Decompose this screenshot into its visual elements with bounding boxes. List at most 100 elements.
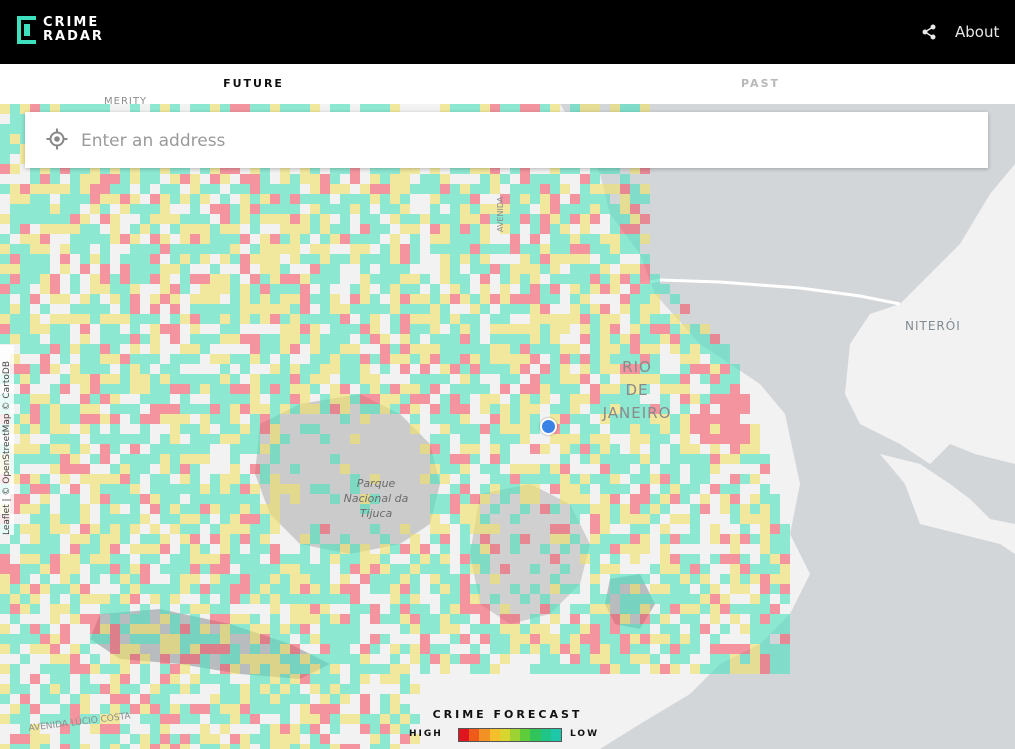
heat-cell — [120, 284, 130, 294]
heat-cell — [420, 304, 430, 314]
crime-heatmap-map[interactable] — [0, 104, 1015, 749]
heat-cell — [390, 234, 400, 244]
about-link[interactable]: About — [955, 23, 999, 41]
heat-cell — [320, 394, 330, 404]
heat-cell — [20, 184, 30, 194]
heat-cell — [270, 644, 280, 654]
heat-cell — [410, 294, 420, 304]
heat-cell — [320, 214, 330, 224]
heat-cell — [120, 234, 130, 244]
heat-cell — [0, 604, 10, 614]
heat-cell — [340, 224, 350, 234]
heat-cell — [490, 624, 500, 634]
heat-cell — [20, 344, 30, 354]
user-location-marker[interactable] — [540, 418, 557, 435]
heat-cell — [190, 634, 200, 644]
heat-cell — [650, 594, 660, 604]
heat-cell — [120, 744, 130, 749]
heat-cell — [350, 204, 360, 214]
heat-cell — [670, 444, 680, 454]
heat-cell — [10, 164, 20, 174]
heat-cell — [520, 354, 530, 364]
heat-cell — [760, 594, 770, 604]
heat-cell — [470, 554, 480, 564]
heat-cell — [590, 344, 600, 354]
heat-cell — [560, 314, 570, 324]
heat-cell — [660, 524, 670, 534]
heat-cell — [250, 354, 260, 364]
crime-radar-logo[interactable]: CRIME RADAR — [17, 16, 113, 46]
heat-cell — [260, 174, 270, 184]
heat-cell — [260, 674, 270, 684]
heat-cell — [90, 364, 100, 374]
heat-cell — [240, 714, 250, 724]
heat-cell — [640, 494, 650, 504]
map-canvas[interactable] — [0, 104, 1015, 749]
heat-cell — [340, 654, 350, 664]
heat-cell — [610, 234, 620, 244]
heat-cell — [320, 284, 330, 294]
heat-cell — [280, 724, 290, 734]
heat-cell — [60, 384, 70, 394]
heat-cell — [80, 304, 90, 314]
heat-cell — [490, 334, 500, 344]
heat-cell — [450, 364, 460, 374]
heat-cell — [710, 644, 720, 654]
heat-cell — [120, 534, 130, 544]
heat-cell — [590, 474, 600, 484]
heat-cell — [420, 294, 430, 304]
heat-cell — [660, 474, 670, 484]
heat-cell — [280, 594, 290, 604]
heat-cell — [70, 454, 80, 464]
heat-cell — [280, 624, 290, 634]
heat-cell — [610, 284, 620, 294]
heat-cell — [400, 574, 410, 584]
heat-cell — [100, 484, 110, 494]
share-icon[interactable] — [921, 24, 937, 40]
heat-cell — [130, 334, 140, 344]
heat-cell — [230, 654, 240, 664]
heat-cell — [580, 394, 590, 404]
heat-cell — [390, 384, 400, 394]
heat-cell — [560, 234, 570, 244]
locate-crosshair-icon[interactable] — [46, 128, 68, 150]
heat-cell — [20, 334, 30, 344]
heat-cell — [600, 664, 610, 674]
heat-cell — [340, 574, 350, 584]
heat-cell — [70, 414, 80, 424]
heat-cell — [460, 274, 470, 284]
attribution-text[interactable]: Leaflet | © OpenStreetMap © CartoDB — [1, 345, 13, 535]
heat-cell — [460, 484, 470, 494]
heat-cell — [450, 504, 460, 514]
heat-cell — [600, 644, 610, 654]
heat-cell — [560, 354, 570, 364]
heat-cell — [580, 354, 590, 364]
heat-cell — [290, 484, 300, 494]
heat-cell — [710, 454, 720, 464]
heat-cell — [590, 264, 600, 274]
heat-cell — [400, 254, 410, 264]
heat-cell — [740, 624, 750, 634]
heat-cell — [750, 664, 760, 674]
heat-cell — [530, 214, 540, 224]
heat-cell — [620, 174, 630, 184]
heat-cell — [660, 424, 670, 434]
heat-cell — [550, 294, 560, 304]
heat-cell — [50, 444, 60, 454]
heat-cell — [30, 624, 40, 634]
heat-cell — [560, 254, 570, 264]
heat-cell — [600, 284, 610, 294]
heat-cell — [730, 454, 740, 464]
heat-cell — [150, 324, 160, 334]
address-input[interactable] — [79, 124, 963, 158]
heat-cell — [580, 294, 590, 304]
heat-cell — [10, 634, 20, 644]
legend-color-scale — [458, 728, 562, 742]
heat-cell — [110, 374, 120, 384]
tab-future[interactable]: FUTURE — [0, 64, 507, 104]
heat-cell — [110, 384, 120, 394]
heat-cell — [320, 374, 330, 384]
tab-past[interactable]: PAST — [507, 64, 1014, 104]
heat-cell — [300, 424, 310, 434]
heat-cell — [710, 344, 720, 354]
